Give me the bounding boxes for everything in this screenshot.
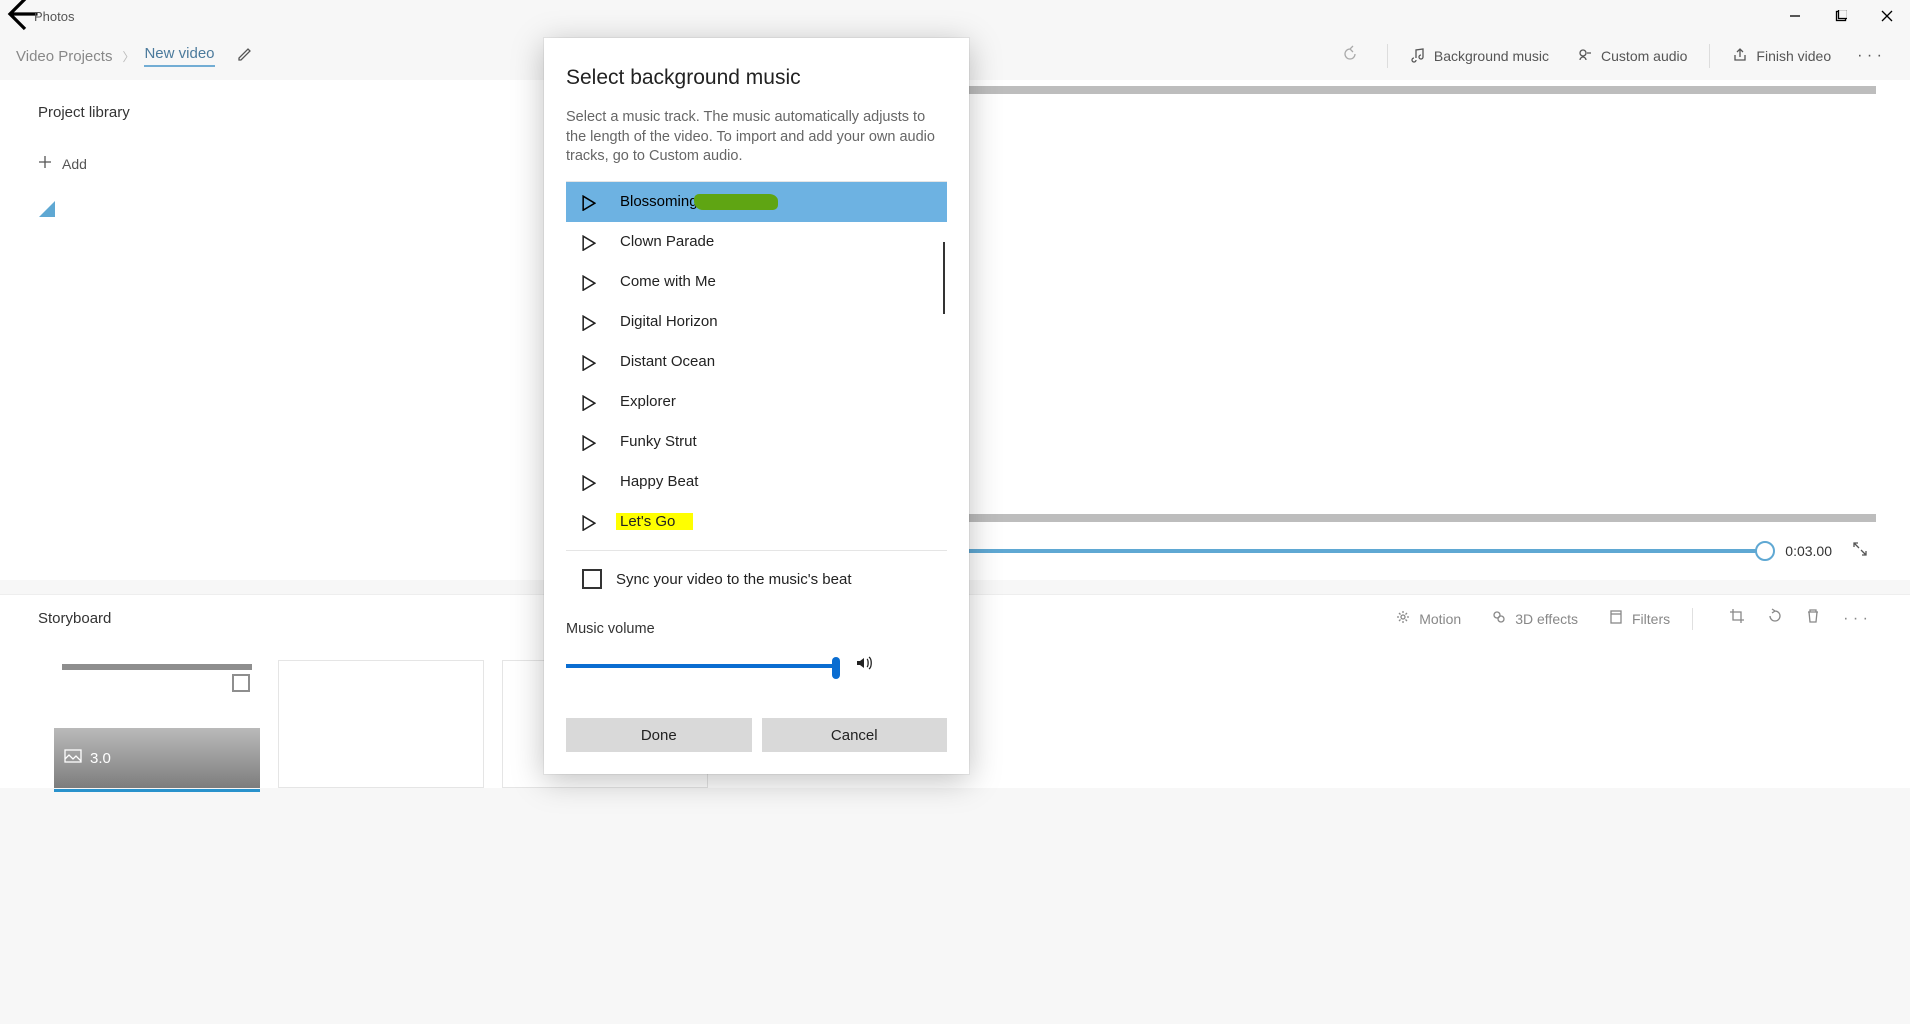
- done-button[interactable]: Done: [566, 718, 752, 752]
- volume-icon: [854, 653, 874, 678]
- sync-checkbox[interactable]: [582, 569, 602, 589]
- fullscreen-button[interactable]: [1852, 541, 1868, 562]
- storyboard-clip[interactable]: 3.0: [54, 660, 260, 788]
- scrollbar[interactable]: [943, 242, 945, 314]
- 3d-effects-label: 3D effects: [1515, 611, 1578, 627]
- background-music-dialog: Select background music Select a music t…: [544, 38, 969, 774]
- play-icon[interactable]: [582, 395, 596, 409]
- storyboard-more-button[interactable]: · · ·: [1843, 610, 1868, 628]
- export-icon: [1732, 47, 1748, 66]
- track-label: Clown Parade: [620, 233, 714, 250]
- track-item[interactable]: Distant Ocean: [566, 342, 947, 382]
- background-music-button[interactable]: Background music: [1396, 32, 1563, 80]
- filters-icon: [1608, 609, 1624, 628]
- rotate-button[interactable]: [1767, 608, 1783, 629]
- library-title: Project library: [38, 104, 542, 121]
- empty-clip-slot[interactable]: [278, 660, 484, 788]
- delete-button[interactable]: [1805, 608, 1821, 629]
- filters-button[interactable]: Filters: [1608, 609, 1670, 628]
- track-item[interactable]: Blossoming: [566, 182, 947, 222]
- background-music-label: Background music: [1434, 48, 1549, 64]
- add-label: Add: [62, 156, 87, 172]
- motion-label: Motion: [1419, 611, 1461, 627]
- track-item[interactable]: Happy Beat: [566, 462, 947, 502]
- add-media-button[interactable]: Add: [38, 155, 542, 172]
- custom-audio-button[interactable]: Custom audio: [1563, 32, 1701, 80]
- custom-audio-label: Custom audio: [1601, 48, 1687, 64]
- more-button[interactable]: · · ·: [1845, 47, 1894, 65]
- track-list[interactable]: Blossoming Clown Parade Come with Me Digita…: [566, 182, 947, 550]
- play-icon[interactable]: [582, 235, 596, 249]
- play-icon[interactable]: [582, 275, 596, 289]
- highlight-annotation: [694, 194, 778, 210]
- track-label: Funky Strut: [620, 433, 697, 450]
- breadcrumb: Video Projects 〉 New video: [16, 45, 253, 67]
- track-label: Explorer: [620, 393, 676, 410]
- 3d-effects-icon: [1491, 609, 1507, 628]
- track-item[interactable]: Funky Strut: [566, 422, 947, 462]
- sync-checkbox-row[interactable]: Sync your video to the music's beat: [566, 551, 947, 599]
- clip-checkbox[interactable]: [232, 674, 250, 692]
- finish-video-button[interactable]: Finish video: [1718, 32, 1845, 80]
- dialog-description: Select a music track. The music automati…: [566, 108, 947, 167]
- play-icon[interactable]: [582, 315, 596, 329]
- chevron-right-icon: 〉: [122, 48, 134, 65]
- track-label: Distant Ocean: [620, 353, 715, 370]
- crop-button[interactable]: [1729, 608, 1745, 629]
- play-icon[interactable]: [582, 195, 596, 209]
- breadcrumb-root[interactable]: Video Projects: [16, 48, 112, 65]
- plus-icon: [38, 155, 52, 172]
- play-icon[interactable]: [582, 475, 596, 489]
- custom-audio-icon: [1577, 47, 1593, 66]
- cancel-button[interactable]: Cancel: [762, 718, 948, 752]
- play-icon[interactable]: [582, 355, 596, 369]
- rename-icon[interactable]: [237, 46, 253, 66]
- close-button[interactable]: [1864, 0, 1910, 32]
- sync-label: Sync your video to the music's beat: [616, 571, 851, 588]
- music-note-icon: [1410, 47, 1426, 66]
- track-label: Digital Horizon: [620, 313, 718, 330]
- clip-duration: 3.0: [90, 750, 111, 767]
- finish-video-label: Finish video: [1756, 48, 1831, 64]
- project-name[interactable]: New video: [144, 45, 214, 67]
- play-icon[interactable]: [582, 435, 596, 449]
- library-thumbnail[interactable]: [38, 200, 56, 218]
- track-item[interactable]: Let's Go: [566, 502, 947, 542]
- track-item[interactable]: Digital Horizon: [566, 302, 947, 342]
- volume-slider[interactable]: [566, 664, 836, 668]
- filters-label: Filters: [1632, 611, 1670, 627]
- motion-button[interactable]: Motion: [1395, 609, 1461, 628]
- maximize-button[interactable]: [1818, 0, 1864, 32]
- timeline-time: 0:03.00: [1785, 543, 1832, 559]
- storyboard-label: Storyboard: [38, 610, 111, 627]
- track-label: Come with Me: [620, 273, 716, 290]
- track-item[interactable]: Clown Parade: [566, 222, 947, 262]
- track-item[interactable]: Explorer: [566, 382, 947, 422]
- track-label: Let's Go: [620, 513, 693, 530]
- motion-icon: [1395, 609, 1411, 628]
- redo-button[interactable]: [1341, 45, 1359, 68]
- app-title: Photos: [34, 9, 74, 24]
- 3d-effects-button[interactable]: 3D effects: [1491, 609, 1578, 628]
- track-label: Happy Beat: [620, 473, 698, 490]
- track-label: Blossoming: [620, 193, 698, 210]
- dialog-title: Select background music: [566, 66, 947, 90]
- play-icon[interactable]: [582, 515, 596, 529]
- image-icon: [64, 749, 82, 767]
- minimize-button[interactable]: [1772, 0, 1818, 32]
- track-item[interactable]: Come with Me: [566, 262, 947, 302]
- volume-label: Music volume: [566, 621, 947, 637]
